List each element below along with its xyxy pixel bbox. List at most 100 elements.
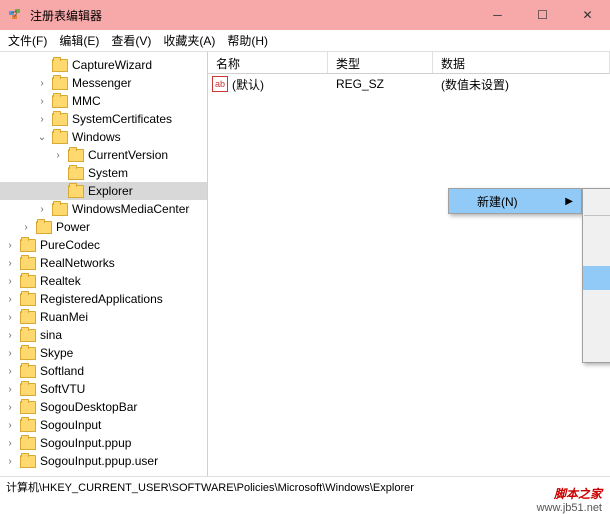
expand-icon[interactable]: › — [36, 114, 48, 125]
tree-item[interactable]: › sina — [0, 326, 207, 344]
tree-item-label: SogouDesktopBar — [40, 400, 137, 414]
tree-item[interactable]: ›RuanMei — [0, 308, 207, 326]
maximize-button[interactable]: ☐ — [520, 0, 565, 30]
tree-item[interactable]: › Skype — [0, 344, 207, 362]
tree-item[interactable]: › Softland — [0, 362, 207, 380]
new-expandstring[interactable]: 可扩充字符串值(E) — [583, 338, 610, 362]
menu-file[interactable]: 文件(F) — [2, 32, 53, 49]
folder-icon — [52, 59, 68, 72]
expand-icon[interactable]: › — [36, 96, 48, 107]
new-key[interactable]: 项(K) — [583, 189, 610, 213]
expand-icon[interactable]: › — [4, 384, 16, 395]
folder-icon — [20, 455, 36, 468]
menu-view[interactable]: 查看(V) — [105, 32, 157, 49]
expand-icon[interactable]: › — [52, 150, 64, 161]
menu-favorites[interactable]: 收藏夹(A) — [157, 32, 221, 49]
tree-item-label: Explorer — [88, 184, 133, 198]
content-area: CaptureWizard › Messenger ›MMC›SystemCertif… — [0, 52, 610, 482]
folder-icon — [20, 311, 36, 324]
tree-item-label: CurrentVersion — [88, 148, 168, 162]
tree-item[interactable]: ›RegisteredApplications — [0, 290, 207, 308]
context-new[interactable]: 新建(N) ▶ — [449, 189, 581, 213]
folder-icon — [68, 149, 84, 162]
expand-icon[interactable]: › — [4, 348, 16, 359]
menu-help[interactable]: 帮助(H) — [221, 32, 274, 49]
tree-item-label: SogouInput.ppup.user — [40, 454, 158, 468]
string-value-icon: ab — [212, 76, 228, 92]
tree-item[interactable]: ›Power — [0, 218, 207, 236]
tree-item[interactable]: ›WindowsMediaCenter — [0, 200, 207, 218]
window-title: 注册表编辑器 — [30, 7, 475, 24]
value-list-pane: 名称 类型 数据 ab (默认) REG_SZ (数值未设置) 新建(N) ▶ … — [208, 52, 610, 482]
expand-icon[interactable]: › — [4, 402, 16, 413]
expand-icon[interactable]: › — [4, 420, 16, 431]
expand-icon[interactable]: › — [4, 456, 16, 467]
tree-item[interactable]: ⌄Windows — [0, 128, 207, 146]
tree-item-label: SoftVTU — [40, 382, 85, 396]
tree-item-label: Softland — [40, 364, 84, 378]
value-type: REG_SZ — [328, 77, 433, 91]
folder-icon — [52, 113, 68, 126]
tree-item-label: System — [88, 166, 128, 180]
header-type[interactable]: 类型 — [328, 52, 433, 73]
expand-icon[interactable]: › — [4, 312, 16, 323]
new-binary[interactable]: 二进制值(B) — [583, 242, 610, 266]
tree-item-label: sina — [40, 328, 62, 342]
tree-item[interactable]: ›SogouInput.ppup — [0, 434, 207, 452]
submenu-arrow-icon: ▶ — [565, 196, 573, 207]
folder-icon — [20, 365, 36, 378]
folder-icon — [52, 77, 68, 90]
header-data[interactable]: 数据 — [433, 52, 610, 73]
folder-icon — [20, 239, 36, 252]
tree-item[interactable]: › SoftVTU — [0, 380, 207, 398]
expand-icon[interactable]: › — [4, 438, 16, 449]
expand-icon[interactable]: › — [20, 222, 32, 233]
tree-item[interactable]: System — [0, 164, 207, 182]
expand-icon[interactable]: › — [4, 294, 16, 305]
expand-icon[interactable]: › — [4, 330, 16, 341]
tree-item[interactable]: ›RealNetworks — [0, 254, 207, 272]
tree-item[interactable]: ›MMC — [0, 92, 207, 110]
tree-item-label: Skype — [40, 346, 73, 360]
tree-item[interactable]: ›Realtek — [0, 272, 207, 290]
app-icon — [8, 7, 24, 23]
expand-icon[interactable]: ⌄ — [36, 132, 48, 143]
expand-icon[interactable]: › — [36, 204, 48, 215]
folder-icon — [52, 95, 68, 108]
window-controls: ─ ☐ ✕ — [475, 0, 610, 30]
folder-icon — [20, 275, 36, 288]
expand-icon[interactable]: › — [4, 276, 16, 287]
tree-item[interactable]: › Messenger — [0, 74, 207, 92]
close-button[interactable]: ✕ — [565, 0, 610, 30]
expand-icon[interactable]: › — [36, 78, 48, 89]
header-name[interactable]: 名称 — [208, 52, 328, 73]
new-string[interactable]: 字符串值(S) — [583, 218, 610, 242]
folder-icon — [20, 293, 36, 306]
new-qword[interactable]: QWORD (64 位)值(Q) — [583, 290, 610, 314]
expand-icon[interactable]: › — [4, 240, 16, 251]
tree-item[interactable]: ›SystemCertificates — [0, 110, 207, 128]
tree-item[interactable]: › CurrentVersion — [0, 146, 207, 164]
tree-item[interactable]: Explorer — [0, 182, 207, 200]
tree-item[interactable]: ›SogouInput — [0, 416, 207, 434]
minimize-button[interactable]: ─ — [475, 0, 520, 30]
expand-icon[interactable]: › — [4, 366, 16, 377]
statusbar: 计算机\HKEY_CURRENT_USER\SOFTWARE\Policies\… — [0, 476, 610, 496]
tree-item-label: Messenger — [72, 76, 131, 90]
folder-icon — [36, 221, 52, 234]
new-multistring[interactable]: 多字符串值(M) — [583, 314, 610, 338]
menu-edit[interactable]: 编辑(E) — [53, 32, 105, 49]
value-row[interactable]: ab (默认) REG_SZ (数值未设置) — [208, 74, 610, 94]
registry-tree[interactable]: CaptureWizard › Messenger ›MMC›SystemCertif… — [0, 52, 208, 482]
folder-icon — [52, 203, 68, 216]
context-submenu-new: 项(K) 字符串值(S) 二进制值(B) DWORD (32 位)值(D) QW… — [582, 188, 610, 363]
tree-item[interactable]: › SogouInput.ppup.user — [0, 452, 207, 470]
value-data: (数值未设置) — [433, 76, 610, 93]
tree-item[interactable]: ›PureCodec — [0, 236, 207, 254]
tree-item[interactable]: CaptureWizard — [0, 56, 207, 74]
expand-icon[interactable]: › — [4, 258, 16, 269]
menu-separator — [584, 215, 610, 216]
tree-item[interactable]: › SogouDesktopBar — [0, 398, 207, 416]
watermark: 脚本之家 www.jb51.net — [537, 485, 602, 514]
new-dword[interactable]: DWORD (32 位)值(D) — [583, 266, 610, 290]
